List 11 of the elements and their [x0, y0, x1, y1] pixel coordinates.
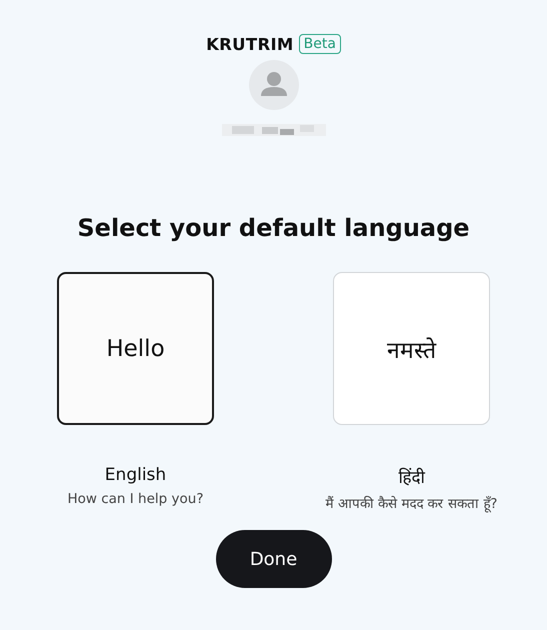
language-subtitle: How can I help you? [67, 491, 204, 507]
avatar-icon [248, 60, 298, 110]
beta-badge: Beta [298, 34, 341, 54]
language-card[interactable]: नमस्ते [333, 272, 490, 425]
done-button[interactable]: Done [216, 530, 332, 588]
language-subtitle: मैं आपकी कैसे मदद कर सकता हूँ? [326, 494, 498, 512]
logo-text: KRUTRIM [206, 34, 294, 54]
language-name: हिंदी [398, 466, 424, 488]
language-card[interactable]: Hello [57, 272, 214, 425]
language-name: English [104, 465, 166, 485]
heading: Select your default language [77, 214, 470, 242]
